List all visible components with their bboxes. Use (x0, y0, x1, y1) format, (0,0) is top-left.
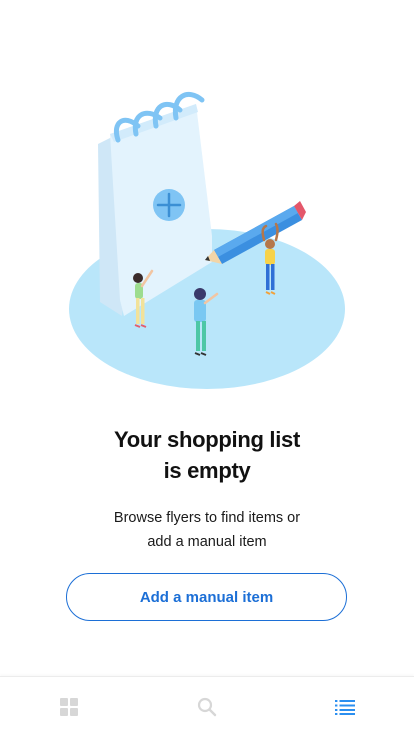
empty-state-subtitle-line-2: add a manual item (147, 534, 267, 550)
tab-shopping-list[interactable] (276, 677, 414, 736)
empty-list-illustration (0, 70, 414, 400)
tab-flyers[interactable] (0, 677, 138, 736)
empty-state-title: Your shopping list is empty (40, 424, 374, 486)
add-manual-item-button[interactable]: Add a manual item (66, 573, 347, 621)
empty-state-subtitle-line-1: Browse flyers to find items or (113, 510, 301, 526)
tab-search[interactable] (138, 677, 276, 736)
empty-state-subtitle: Browse flyers to find items or add a man… (40, 506, 374, 554)
grid-icon (60, 698, 78, 716)
shopping-list-screen: Your shopping list is empty Browse flyer… (0, 0, 414, 736)
list-icon (335, 699, 355, 715)
search-icon (197, 697, 217, 717)
bottom-tab-bar (0, 676, 414, 736)
empty-state-title-line-1: Your shopping list (113, 427, 301, 452)
empty-state-title-line-2: is empty (163, 458, 251, 483)
